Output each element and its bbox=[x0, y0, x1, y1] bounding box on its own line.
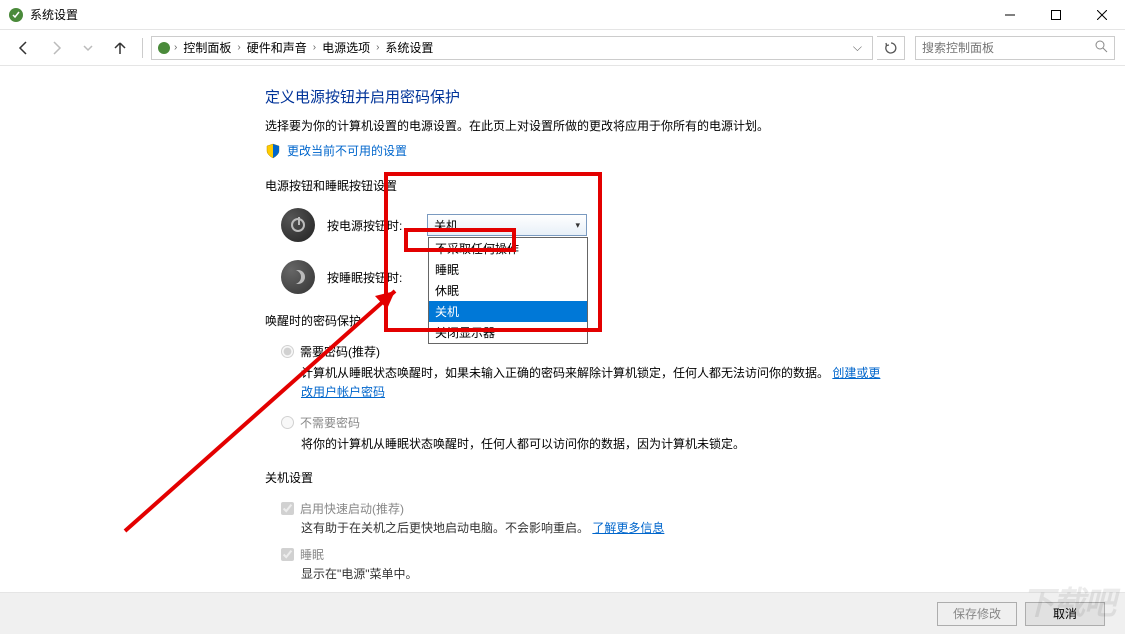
nav-recent-dropdown[interactable] bbox=[74, 34, 102, 62]
save-button[interactable]: 保存修改 bbox=[937, 602, 1017, 626]
search-input[interactable] bbox=[922, 41, 1094, 55]
page-heading: 定义电源按钮并启用密码保护 bbox=[265, 86, 885, 107]
navbar: › 控制面板 › 硬件和声音 › 电源选项 › 系统设置 ⌵ bbox=[0, 30, 1125, 66]
chevron-right-icon: › bbox=[376, 42, 379, 53]
shield-icon bbox=[265, 143, 281, 159]
sleep-button-icon bbox=[281, 260, 315, 294]
crumb-sub[interactable]: 电源选项 bbox=[318, 39, 374, 56]
dropdown-option-sleep[interactable]: 睡眠 bbox=[429, 259, 587, 280]
power-button-row: 按电源按钮时: 关机 ▾ 不采取任何操作 睡眠 休眠 关机 关闭显示器 bbox=[265, 208, 885, 242]
change-unavailable-label: 更改当前不可用的设置 bbox=[287, 142, 407, 159]
footer: 保存修改 取消 bbox=[0, 592, 1125, 634]
dropdown-option-hibernate[interactable]: 休眠 bbox=[429, 280, 587, 301]
radio-norequire-row: 不需要密码 bbox=[281, 414, 885, 431]
minimize-button[interactable] bbox=[987, 0, 1033, 30]
content-area: 定义电源按钮并启用密码保护 选择要为你的计算机设置的电源设置。在此页上对设置所做… bbox=[0, 66, 1125, 592]
chevron-right-icon: › bbox=[237, 42, 240, 53]
dropdown-option-shutdown[interactable]: 关机 bbox=[429, 301, 587, 322]
maximize-button[interactable] bbox=[1033, 0, 1079, 30]
cb-faststart-row: 启用快速启动(推荐) bbox=[281, 500, 885, 517]
section-shutdown-label: 关机设置 bbox=[265, 469, 885, 486]
sleep-button-label: 按睡眠按钮时: bbox=[327, 269, 427, 286]
power-button-icon bbox=[281, 208, 315, 242]
refresh-button[interactable] bbox=[877, 36, 905, 60]
cb-faststart bbox=[281, 502, 294, 515]
control-panel-icon bbox=[156, 40, 172, 56]
dropdown-option-displayoff[interactable]: 关闭显示器 bbox=[429, 322, 587, 343]
crumb-category[interactable]: 硬件和声音 bbox=[243, 39, 311, 56]
search-icon bbox=[1094, 39, 1108, 56]
titlebar: 系统设置 bbox=[0, 0, 1125, 30]
window-controls bbox=[987, 0, 1125, 29]
power-button-label: 按电源按钮时: bbox=[327, 217, 427, 234]
change-unavailable-link[interactable]: 更改当前不可用的设置 bbox=[265, 142, 885, 159]
nav-forward-button[interactable] bbox=[42, 34, 70, 62]
dropdown-option-noaction[interactable]: 不采取任何操作 bbox=[429, 238, 587, 259]
crumb-page[interactable]: 系统设置 bbox=[381, 39, 437, 56]
chevron-down-icon[interactable]: ⌵ bbox=[847, 40, 868, 55]
cb-sleep bbox=[281, 548, 294, 561]
radio-require bbox=[281, 345, 294, 358]
radio-norequire bbox=[281, 416, 294, 429]
cb-faststart-label: 启用快速启动(推荐) bbox=[300, 500, 404, 517]
radio-require-row: 需要密码(推荐) bbox=[281, 343, 885, 360]
cb-sleep-label: 睡眠 bbox=[300, 546, 324, 563]
power-combo-dropdown: 不采取任何操作 睡眠 休眠 关机 关闭显示器 bbox=[428, 237, 588, 344]
close-button[interactable] bbox=[1079, 0, 1125, 30]
nav-up-button[interactable] bbox=[106, 34, 134, 62]
chevron-right-icon: › bbox=[313, 42, 316, 53]
power-button-combo[interactable]: 关机 ▾ 不采取任何操作 睡眠 休眠 关机 关闭显示器 bbox=[427, 214, 587, 236]
combo-value: 关机 bbox=[434, 217, 458, 234]
section-buttons-label: 电源按钮和睡眠按钮设置 bbox=[265, 177, 885, 194]
radio-norequire-label: 不需要密码 bbox=[300, 414, 360, 431]
cb-faststart-desc: 这有助于在关机之后更快地启动电脑。不会影响重启。 了解更多信息 bbox=[301, 519, 885, 536]
window-title: 系统设置 bbox=[30, 6, 987, 23]
cb-sleep-desc: 显示在"电源"菜单中。 bbox=[301, 565, 885, 582]
radio-require-label: 需要密码(推荐) bbox=[300, 343, 380, 360]
page-description: 选择要为你的计算机设置的电源设置。在此页上对设置所做的更改将应用于你所有的电源计… bbox=[265, 117, 885, 134]
watermark: 下载吧 bbox=[1022, 578, 1115, 624]
crumb-root[interactable]: 控制面板 bbox=[179, 39, 235, 56]
radio-require-desc: 计算机从睡眠状态唤醒时，如果未输入正确的密码来解除计算机锁定，任何人都无法访问你… bbox=[301, 364, 885, 402]
cb-sleep-row: 睡眠 bbox=[281, 546, 885, 563]
learn-more-link[interactable]: 了解更多信息 bbox=[592, 521, 664, 535]
chevron-down-icon: ▾ bbox=[575, 220, 580, 231]
nav-separator bbox=[142, 38, 143, 58]
search-box[interactable] bbox=[915, 36, 1115, 60]
nav-back-button[interactable] bbox=[10, 34, 38, 62]
chevron-right-icon: › bbox=[174, 42, 177, 53]
radio-norequire-desc: 将你的计算机从睡眠状态唤醒时，任何人都可以访问你的数据，因为计算机未锁定。 bbox=[301, 435, 885, 454]
breadcrumb[interactable]: › 控制面板 › 硬件和声音 › 电源选项 › 系统设置 ⌵ bbox=[151, 36, 873, 60]
app-icon bbox=[8, 7, 24, 23]
